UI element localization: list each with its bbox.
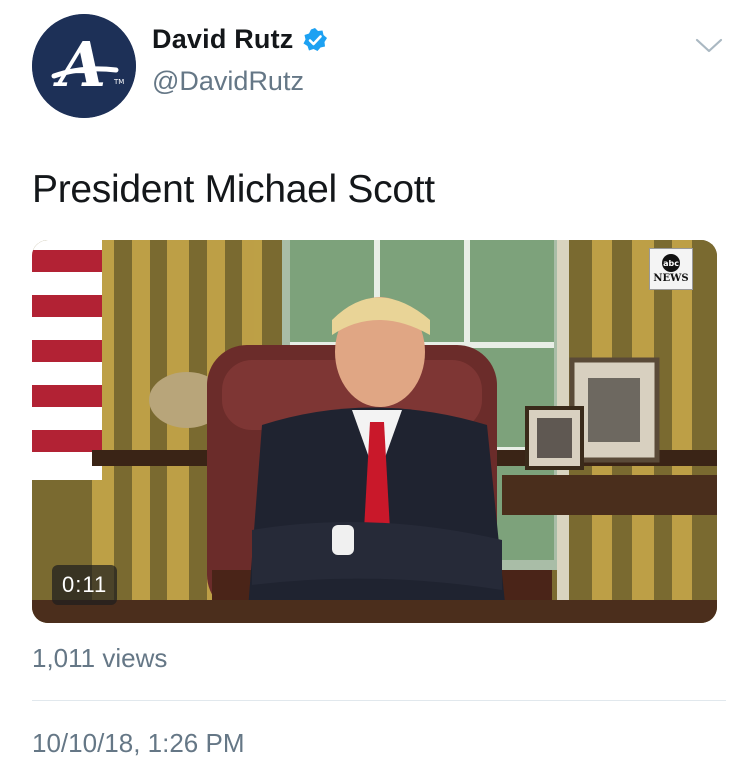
verified-badge-icon [302, 27, 328, 53]
video-duration: 0:11 [52, 565, 118, 605]
tweet-header: A TM David Rutz @DavidRutz [0, 0, 750, 120]
video-player[interactable]: abc NEWS 0:11 [32, 240, 717, 623]
chevron-down-icon[interactable] [694, 34, 724, 58]
avatar-letter: A [53, 28, 106, 101]
tweet-timestamp[interactable]: 10/10/18, 1:26 PM [32, 728, 244, 759]
view-count: 1,011 views [32, 643, 168, 673]
author-handle[interactable]: @DavidRutz [152, 66, 304, 97]
author-name-row: David Rutz [152, 24, 328, 55]
divider [32, 700, 726, 701]
abc-news-logo: abc NEWS [649, 248, 693, 290]
tweet-text: President Michael Scott [32, 168, 435, 211]
video-thumbnail [32, 240, 717, 623]
avatar-tm: TM [113, 78, 124, 86]
display-name[interactable]: David Rutz [152, 24, 294, 55]
braves-a-logo-icon: A TM [32, 14, 136, 118]
abc-logo-circle: abc [662, 254, 680, 272]
abc-logo-text: NEWS [653, 273, 689, 284]
avatar[interactable]: A TM [32, 14, 136, 118]
